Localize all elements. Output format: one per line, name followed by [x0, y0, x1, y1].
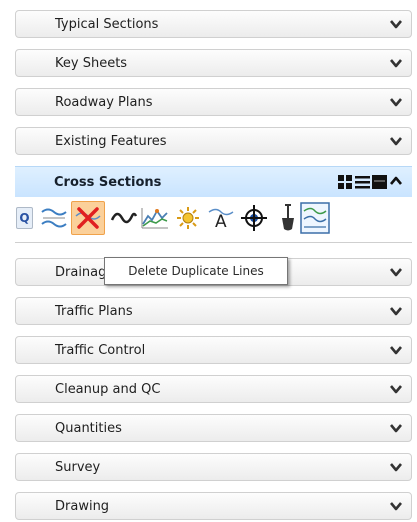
chevron-down-icon: [390, 137, 402, 146]
cross-section-lines-icon[interactable]: [37, 201, 71, 235]
section-header-existing-features[interactable]: Existing Features: [15, 127, 412, 155]
section-label: Cleanup and QC: [55, 382, 161, 397]
svg-text:A: A: [215, 212, 227, 231]
section-header-cleanup-and-qc[interactable]: Cleanup and QC: [15, 375, 412, 403]
grid-view-icon[interactable]: [338, 175, 353, 189]
cross-section-sheet-icon[interactable]: [298, 201, 332, 235]
chevron-down-icon: [390, 385, 402, 394]
text-annotation-icon[interactable]: A: [204, 201, 238, 235]
curve-line-icon[interactable]: [107, 201, 141, 235]
workflow-panel: Typical Sections Key Sheets Roadway Plan…: [0, 0, 417, 522]
tooltip-delete-duplicate-lines: Delete Duplicate Lines: [104, 257, 288, 285]
section-header-cross-sections[interactable]: Cross Sections: [15, 166, 412, 197]
target-crosshair-icon[interactable]: [237, 201, 271, 235]
section-label: Key Sheets: [55, 56, 128, 71]
chevron-down-icon: [390, 307, 402, 316]
section-header-quantities[interactable]: Quantities: [15, 414, 412, 442]
chevron-down-icon: [390, 268, 402, 277]
section-label: Typical Sections: [55, 17, 159, 32]
section-header-roadway-plans[interactable]: Roadway Plans: [15, 88, 412, 116]
chevron-down-icon: [390, 346, 402, 355]
q-search-tool-icon[interactable]: Q: [16, 207, 33, 229]
chevron-down-icon: [390, 463, 402, 472]
section-label: Survey: [55, 460, 101, 475]
section-header-typical-sections[interactable]: Typical Sections: [15, 10, 412, 38]
section-header-key-sheets[interactable]: Key Sheets: [15, 49, 412, 77]
chevron-down-icon: [390, 98, 402, 107]
chevron-down-icon: [390, 20, 402, 29]
chevron-up-icon[interactable]: [390, 176, 402, 186]
chevron-down-icon: [390, 502, 402, 511]
terrain-chart-icon[interactable]: [138, 201, 172, 235]
section-label: Quantities: [55, 421, 122, 436]
chevron-down-icon: [390, 424, 402, 433]
delete-duplicate-lines-icon[interactable]: [71, 201, 105, 235]
section-header-traffic-control[interactable]: Traffic Control: [15, 336, 412, 364]
section-header-traffic-plans[interactable]: Traffic Plans: [15, 297, 412, 325]
section-header-survey[interactable]: Survey: [15, 453, 412, 481]
section-label: Existing Features: [55, 134, 167, 149]
single-row-view-icon[interactable]: [372, 175, 387, 189]
list-view-icon[interactable]: [355, 175, 370, 189]
section-label: Roadway Plans: [55, 95, 153, 110]
sun-symbol-icon[interactable]: [171, 201, 205, 235]
chevron-down-icon: [390, 59, 402, 68]
cross-sections-toolbar: Q A: [15, 197, 412, 243]
section-header-drawing[interactable]: Drawing: [15, 492, 412, 520]
section-label: Traffic Plans: [55, 304, 133, 319]
active-section-label: Cross Sections: [54, 175, 162, 190]
section-label: Traffic Control: [55, 343, 146, 358]
section-label: Drawing: [55, 499, 110, 514]
